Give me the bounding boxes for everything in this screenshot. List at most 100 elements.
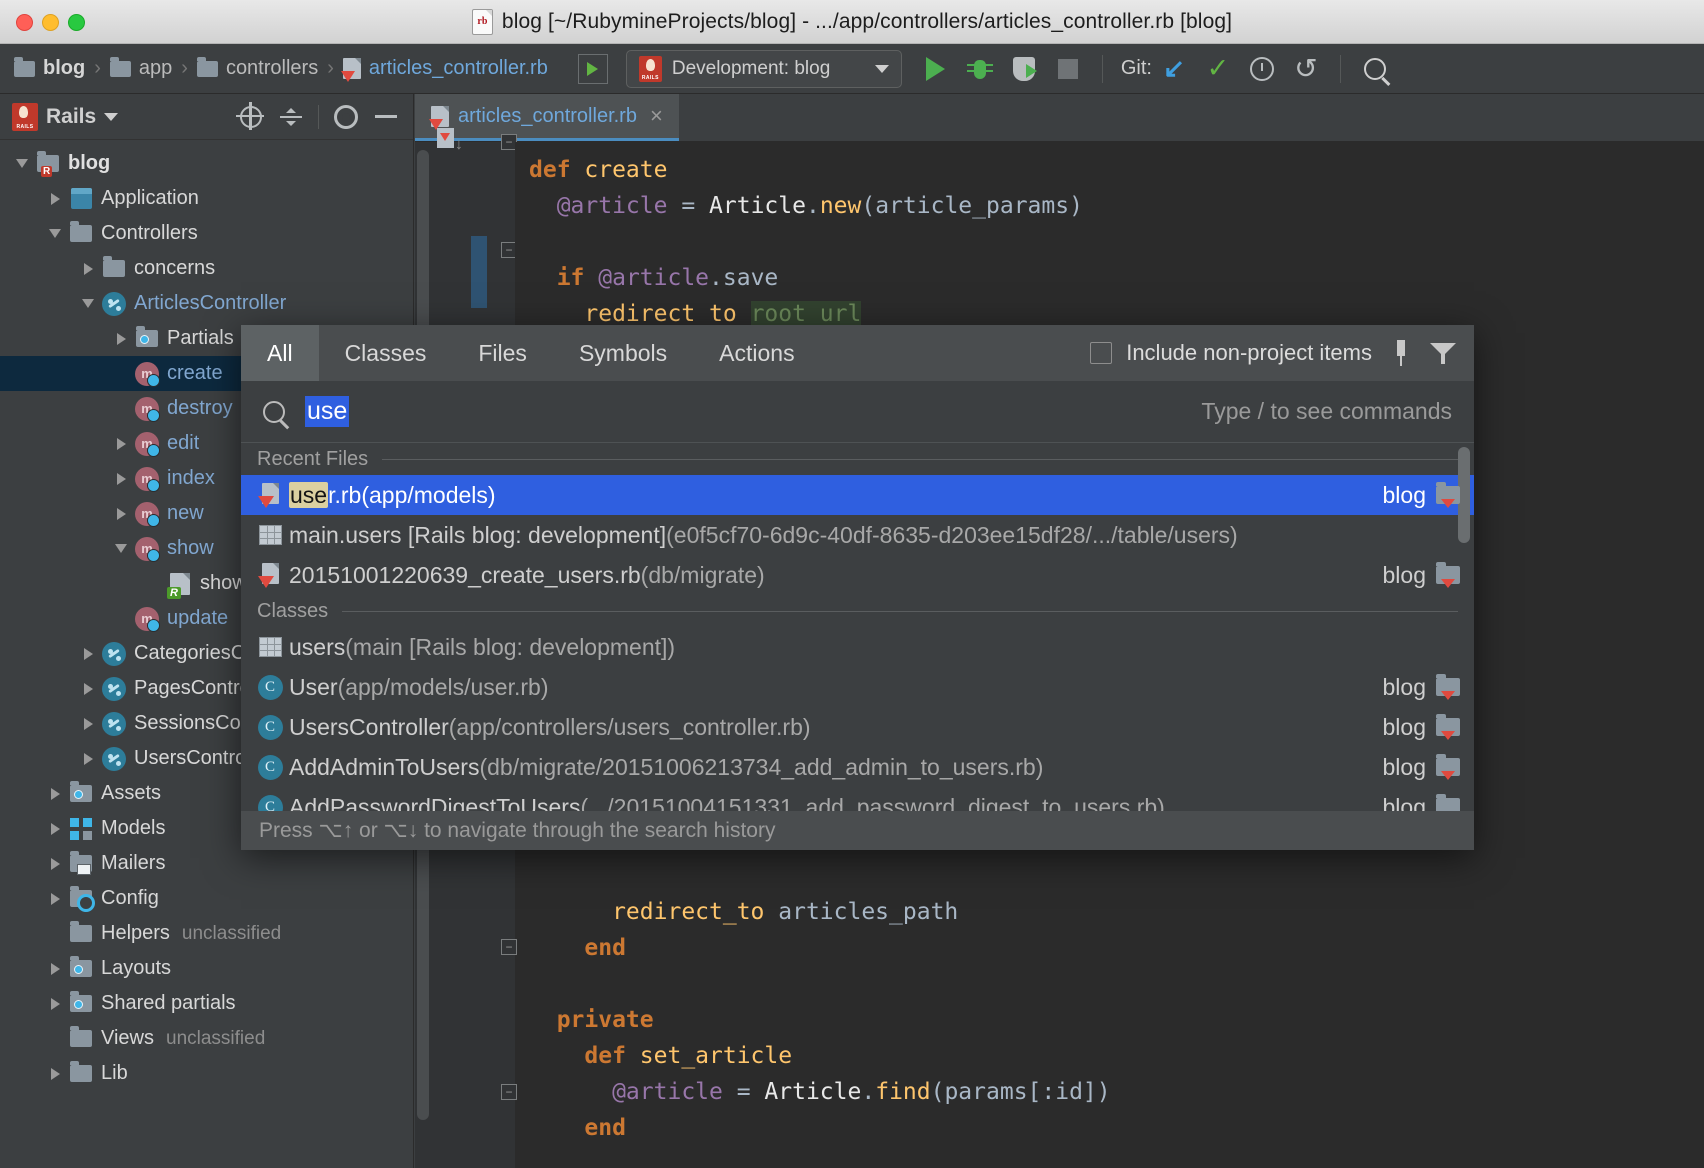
tree-twisty-right[interactable] [43,1067,67,1080]
search-results-list[interactable]: Recent Files user.rb (app/models) blog main… [241,443,1474,811]
tree-twisty-right[interactable] [76,752,100,765]
search-result-row[interactable]: main.users [Rails blog: development] (e0… [241,515,1474,555]
table-icon [255,637,285,657]
tree-twisty-right[interactable] [43,787,67,800]
chevron-down-icon[interactable] [104,112,119,121]
sidebar-item-lib[interactable]: Lib [0,1056,413,1091]
debug-button[interactable] [958,47,1002,91]
tree-twisty-right[interactable] [109,507,133,520]
search-result-row[interactable]: user.rb (app/models) blog [241,475,1474,515]
search-result-row[interactable]: C User (app/models/user.rb) blog [241,667,1474,707]
sidebar-item-label: Models [101,817,166,839]
breadcrumb-file[interactable]: articles_controller.rb [340,57,548,82]
code-line: end [515,1110,1704,1146]
code-fold-toggle[interactable]: − [501,1084,517,1100]
tree-twisty-right[interactable] [76,682,100,695]
search-result-path: (e0f5cf70-6d9c-40df-8635-d203ee15df28/..… [666,521,1238,548]
search-input[interactable]: use [305,396,350,427]
rollback-button[interactable]: ↺ [1284,47,1328,91]
sidebar-item-articlescontroller[interactable]: ArticlesController [0,286,413,321]
tree-twisty-right[interactable] [43,822,67,835]
checkbox-icon[interactable] [1090,342,1113,364]
search-result-row[interactable]: C UsersController (app/controllers/users_… [241,707,1474,747]
sidebar-item-concerns[interactable]: concerns [0,251,413,286]
sidebar-item-config[interactable]: Config [0,881,413,916]
tree-twisty-right[interactable] [109,472,133,485]
coverage-button[interactable] [1002,47,1046,91]
tree-twisty-down[interactable] [43,229,67,238]
tree-twisty-right[interactable] [43,892,67,905]
code-token: redirect_to [529,899,779,925]
locate-icon [236,101,264,130]
breadcrumb-blog[interactable]: blog [14,56,85,80]
collapse-all-button[interactable] [272,98,310,136]
method-icon: m [133,431,161,457]
breadcrumb-app[interactable]: app [109,56,172,80]
run-configuration-selector[interactable]: RAILS Development: blog [625,49,902,88]
run-in-console-button[interactable] [577,53,608,84]
close-button[interactable] [16,13,33,31]
sidebar-item-controllers[interactable]: Controllers [0,216,413,251]
tree-twisty-down[interactable] [10,159,34,168]
search-result-module: blog [1383,482,1460,509]
tree-twisty-right[interactable] [43,192,67,205]
folder-icon [67,1026,95,1047]
tree-twisty-right[interactable] [76,262,100,275]
sidebar-item-blog[interactable]: blog [0,146,413,181]
search-everywhere-button[interactable] [1353,47,1397,91]
include-non-project-checkbox[interactable]: Include non-project items [1090,340,1372,366]
tree-twisty-right[interactable] [43,857,67,870]
search-result-row[interactable]: C AddAdminToUsers (db/migrate/20151006213… [241,747,1474,787]
search-result-path: (db/migrate) [640,561,765,588]
code-content-bottom[interactable]: redirect_to articles_path end private de… [515,884,1704,1168]
locate-button[interactable] [232,98,270,136]
search-input-row[interactable]: use Type / to see commands [241,381,1474,443]
cube-icon [67,188,95,209]
search-result-row[interactable]: C AddPasswordDigestToUsers (.../201510041… [241,787,1474,811]
update-project-button[interactable]: ↙ [1152,47,1196,91]
tree-twisty-right[interactable] [109,332,133,345]
search-scope-tabs[interactable]: All Classes Files Symbols Actions Include non… [241,325,1474,381]
tree-twisty-right[interactable] [43,997,67,1010]
tree-twisty-down[interactable] [76,299,100,308]
sidebar-item-shared-partials[interactable]: Shared partials [0,986,413,1021]
sidebar-item-application[interactable]: Application [0,181,413,216]
search-result-row[interactable]: 20151001220639_create_users.rb (db/migra… [241,555,1474,595]
tree-twisty-down[interactable] [109,544,133,553]
search-tab-classes[interactable]: Classes [319,325,453,381]
breadcrumb-controllers[interactable]: controllers [196,56,318,80]
close-icon[interactable]: × [650,103,663,129]
sidebar-item-label: edit [167,432,200,454]
tree-twisty-right[interactable] [43,962,67,975]
settings-button[interactable] [327,98,365,136]
search-tab-actions[interactable]: Actions [693,325,820,381]
history-button[interactable] [1240,47,1284,91]
search-tab-files[interactable]: Files [452,325,553,381]
filter-icon[interactable] [1430,341,1456,365]
sidebar-item-label: ArticlesController [134,292,287,314]
search-result-row[interactable]: users (main [Rails blog: development]) [241,627,1474,667]
folder-dot-icon [67,956,95,977]
minimize-button[interactable] [42,13,59,31]
pin-icon[interactable] [1388,340,1414,366]
sidebar-item-layouts[interactable]: Layouts [0,951,413,986]
search-result-path: (main [Rails blog: development]) [345,633,676,660]
sidebar-item-helpers[interactable]: Helpers unclassified [0,916,413,951]
stop-button[interactable] [1046,47,1090,91]
tree-twisty-right[interactable] [76,717,100,730]
commit-button[interactable]: ✓ [1196,47,1240,91]
sidebar-item-label: Mailers [101,852,166,874]
search-tab-symbols[interactable]: Symbols [553,325,693,381]
window-controls[interactable] [16,0,85,44]
tree-twisty-right[interactable] [76,647,100,660]
hide-button[interactable] [367,98,405,136]
zoom-button[interactable] [68,13,85,31]
search-result-name: main.users [Rails blog: development] [289,521,667,548]
sidebar-item-views[interactable]: Views unclassified [0,1021,413,1056]
sidebar-item-mailers[interactable]: Mailers [0,846,413,881]
code-fold-toggle[interactable]: − [501,939,517,955]
tree-twisty-right[interactable] [109,437,133,450]
search-tab-all[interactable]: All [241,325,319,381]
ruby-file-icon [255,563,285,588]
run-button[interactable] [914,47,958,91]
